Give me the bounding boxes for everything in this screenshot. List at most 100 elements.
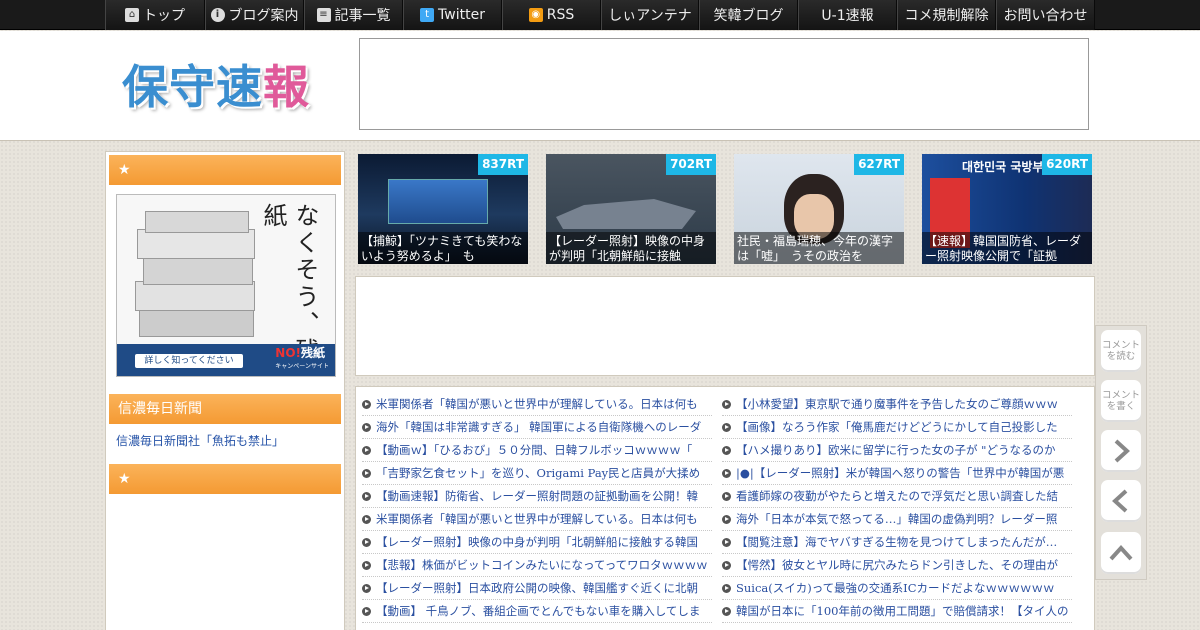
widget-title: ★: [109, 464, 341, 494]
article-link[interactable]: 【レーダー照射】映像の中身が判明「北朝鮮船に接触する韓国: [362, 531, 712, 554]
article-link[interactable]: 【悲報】株価がビットコインみたいになってってワロタｗｗｗｗ: [362, 554, 712, 577]
article-link[interactable]: 【レーダー照射】日本政府公開の映像、韓国艦すぐ近くに北朝: [362, 577, 712, 600]
chevron-right-icon: [1114, 439, 1130, 463]
site-logo[interactable]: 保守速報: [122, 51, 310, 117]
ranking-thumbnails: 837RT 【捕鯨】「ツナミきても笑わないよう努めるよ」 も 702RT 【レー…: [358, 154, 1094, 265]
retweet-count-badge: 702RT: [666, 154, 716, 175]
write-comment-button[interactable]: コメントを書く: [1101, 380, 1141, 422]
article-column-left: 米軍関係者「韓国が悪いと世界中が理解している。日本は何も 海外「韓国は非常識すぎる…: [362, 393, 712, 623]
nav-item-twitter[interactable]: t Twitter: [403, 0, 502, 30]
nav-item-article-list[interactable]: ≡ 記事一覧: [304, 0, 403, 30]
play-bullet-icon: [722, 514, 731, 524]
sidebar-link[interactable]: 信濃毎日新聞社「魚拓も禁止」: [116, 432, 284, 449]
read-comments-button[interactable]: コメントを読む: [1101, 330, 1141, 372]
article-title: 【レーダー照射】日本政府公開の映像、韓国艦すぐ近くに北朝: [376, 581, 698, 595]
article-link[interactable]: 米軍関係者「韓国が悪いと世界中が理解している。日本は何も: [362, 508, 712, 531]
play-bullet-icon: [722, 606, 731, 616]
thumbnail-card[interactable]: 대한민국 국방부 620RT 【速報】韓国国防省、レーダー照射映像公開で「証拠: [922, 154, 1092, 264]
badge-sub: キャンペーンサイト: [275, 363, 329, 370]
play-bullet-icon: [362, 422, 371, 432]
thumbnail-caption: 社民・福島瑞穂、今年の漢字は「嘘」 うその政治を: [734, 232, 904, 264]
article-link[interactable]: 韓国が日本に「100年前の徴用工問題」で賠償請求！【タイ人の: [722, 600, 1072, 623]
article-link[interactable]: 【動画速報】防衛省、レーダー照射問題の証拠動画を公開！韓: [362, 485, 712, 508]
article-link[interactable]: 【閲覧注意】海でヤバすぎる生物を見つけてしまったんだが…: [722, 531, 1072, 554]
scroll-top-button[interactable]: [1101, 532, 1141, 574]
article-link[interactable]: 海外「韓国は非常識すぎる」 韓国軍による自衛隊機へのレーダ: [362, 416, 712, 439]
nav-item-shokan-blog[interactable]: 笑韓ブログ: [699, 0, 798, 30]
nav-item-rss[interactable]: ◉ RSS: [502, 0, 601, 30]
no-zanshi-banner[interactable]: なくそう、残紙 詳しく知ってください NO!残紙 キャンペーンサイト: [116, 194, 336, 377]
play-bullet-icon: [362, 560, 371, 570]
nav-item-shii-antenna[interactable]: しぃアンテナ: [601, 0, 699, 30]
article-title: 【ハメ撮りあり】欧米に留学に行った女の子が "どうなるのか: [736, 443, 1056, 457]
info-icon: i: [210, 8, 225, 22]
article-link[interactable]: 【動画ｗ】「ひるおび」５０分間、日韓フルボッコｗｗｗｗ「: [362, 439, 712, 462]
play-bullet-icon: [362, 399, 371, 409]
play-bullet-icon: [362, 491, 371, 501]
thumbnail-card[interactable]: 627RT 社民・福島瑞穂、今年の漢字は「嘘」 うその政治を: [734, 154, 904, 264]
logo-text: 保守速: [122, 60, 263, 114]
article-link[interactable]: Suica(スイカ)って最強の交通系ICカードだよなｗｗｗｗｗｗ: [722, 577, 1072, 600]
nav-label: 笑韓ブログ: [713, 8, 784, 24]
logo-accent-text: 報: [263, 60, 310, 114]
nav-item-contact[interactable]: お問い合わせ: [996, 0, 1095, 30]
nav-label: RSS: [546, 7, 575, 23]
article-link[interactable]: 看護師嫁の夜勤がやたらと増えたので浮気だと思い調査した結: [722, 485, 1072, 508]
article-title: |●|【レーダー照射】米が韓国へ怒りの警告「世界中が韓国が悪: [736, 466, 1065, 480]
article-link[interactable]: 【画像】なろう作家「俺馬鹿だけどどうにかして自己投影した: [722, 416, 1072, 439]
retweet-count-badge: 837RT: [478, 154, 528, 175]
play-bullet-icon: [722, 491, 731, 501]
retweet-count-badge: 627RT: [854, 154, 904, 175]
article-title: 韓国が日本に「100年前の徴用工問題」で賠償請求！【タイ人の: [736, 604, 1069, 618]
article-title: 米軍関係者「韓国が悪いと世界中が理解している。日本は何も: [376, 512, 698, 526]
header-ad-slot: [359, 38, 1089, 130]
article-title: 看護師嫁の夜勤がやたらと増えたので浮気だと思い調査した結: [736, 489, 1058, 503]
article-link[interactable]: 【動画】 千鳥ノブ、番組企画でとんでもない車を購入してしま: [362, 600, 712, 623]
article-title: 【悲報】株価がビットコインみたいになってってワロタｗｗｗｗ: [376, 558, 708, 572]
list-icon: ≡: [316, 8, 331, 22]
banner-badge: NO!残紙 キャンペーンサイト: [275, 344, 329, 370]
widget-title: 信濃毎日新聞: [109, 394, 341, 424]
nav-item-u1-sokuho[interactable]: U-1速報: [798, 0, 897, 30]
nav-label: コメ規制解除: [904, 8, 989, 24]
play-bullet-icon: [362, 606, 371, 616]
nav-item-top[interactable]: ⌂ トップ: [105, 0, 205, 30]
home-icon: ⌂: [125, 8, 139, 22]
play-bullet-icon: [722, 445, 731, 455]
nav-label: トップ: [143, 8, 185, 24]
play-bullet-icon: [722, 583, 731, 593]
article-link[interactable]: 【愕然】彼女とヤル時に尻穴みたらドン引きした、その理由が: [722, 554, 1072, 577]
thumbnail-card[interactable]: 837RT 【捕鯨】「ツナミきても笑わないよう努めるよ」 も: [358, 154, 528, 264]
article-link[interactable]: 米軍関係者「韓国が悪いと世界中が理解している。日本は何も: [362, 393, 712, 416]
content-ad-slot: [355, 276, 1095, 376]
previous-button[interactable]: [1101, 480, 1141, 522]
banner-more-button[interactable]: 詳しく知ってください: [135, 354, 243, 368]
thumbnail-caption: 【捕鯨】「ツナミきても笑わないよう努めるよ」 も: [358, 232, 528, 264]
newspaper-stack-image: [131, 211, 261, 341]
nav-item-comment-unblock[interactable]: コメ規制解除: [897, 0, 996, 30]
article-link[interactable]: 海外「日本が本気で怒ってる…」韓国の虚偽判明？レーダー照: [722, 508, 1072, 531]
nav-label: お問い合わせ: [1003, 8, 1088, 24]
chevron-up-icon: [1109, 545, 1133, 561]
nav-label: U-1速報: [821, 8, 874, 24]
sidebar: ★ なくそう、残紙 詳しく知ってください NO!残紙 キャンペーンサイト 信濃毎日…: [105, 151, 345, 630]
thumbnail-card[interactable]: 702RT 【レーダー照射】映像の中身が判明「北朝鮮船に接触: [546, 154, 716, 264]
play-bullet-icon: [362, 514, 371, 524]
badge-text: 残紙: [301, 346, 326, 360]
play-bullet-icon: [362, 445, 371, 455]
article-link[interactable]: 「吉野家乞食セット」を巡り、Origami Pay民と店員が大揉め: [362, 462, 712, 485]
article-link[interactable]: 【小林愛望】東京駅で通り魔事件を予告した女のご尊顔ｗｗｗ: [722, 393, 1072, 416]
next-button[interactable]: [1101, 430, 1141, 472]
play-bullet-icon: [362, 468, 371, 478]
article-link[interactable]: 【ハメ撮りあり】欧米に留学に行った女の子が "どうなるのか: [722, 439, 1072, 462]
article-title: 【小林愛望】東京駅で通り魔事件を予告した女のご尊顔ｗｗｗ: [736, 397, 1058, 411]
nav-item-blog-guide[interactable]: i ブログ案内: [205, 0, 304, 30]
thumbnail-image: [556, 199, 696, 229]
chevron-left-icon: [1112, 489, 1128, 513]
nav-label: ブログ案内: [228, 8, 299, 24]
article-title: 【愕然】彼女とヤル時に尻穴みたらドン引きした、その理由が: [736, 558, 1058, 572]
article-title: 【動画】 千鳥ノブ、番組企画でとんでもない車を購入してしま: [376, 604, 701, 618]
floating-action-bar: コメントを読む コメントを書く: [1095, 325, 1147, 580]
nav-label: しぃアンテナ: [608, 8, 692, 24]
article-link[interactable]: |●|【レーダー照射】米が韓国へ怒りの警告「世界中が韓国が悪: [722, 462, 1072, 485]
